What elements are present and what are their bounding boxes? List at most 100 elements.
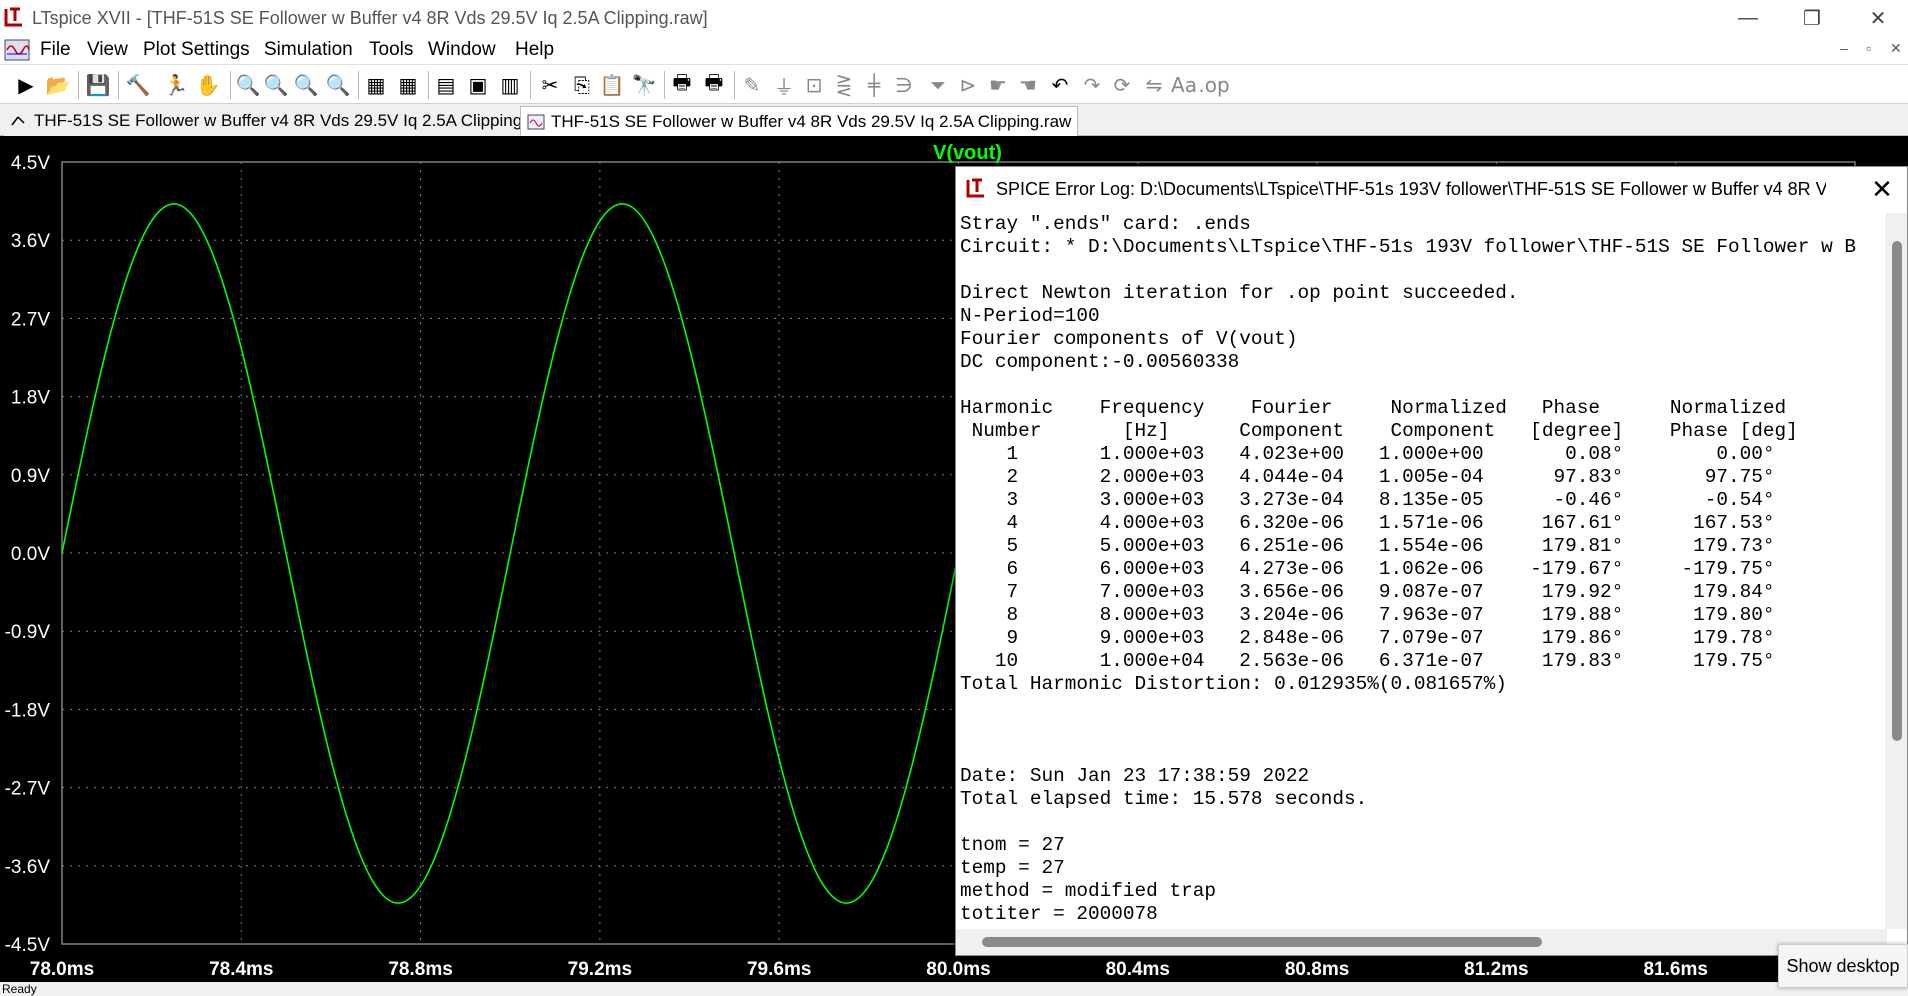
menu-window[interactable]: Window	[428, 39, 496, 61]
log-line: 2 2.000e+03 4.044e-04 1.005e-04 97.83° 9…	[960, 466, 1775, 488]
scrollbar-thumb[interactable]	[1892, 241, 1902, 741]
pan-hand-icon[interactable]: ✋	[194, 71, 222, 99]
control-panel-icon[interactable]: 🔨	[124, 71, 152, 99]
component-icon[interactable]: ⊳	[954, 71, 982, 99]
scrollbar-thumb[interactable]	[982, 937, 1542, 947]
window-title: LTspice XVII - [THF-51S SE Follower w Bu…	[32, 8, 708, 28]
log-line: Harmonic Frequency Fourier Normalized Ph…	[960, 397, 1787, 419]
horizontal-scrollbar[interactable]	[956, 929, 1887, 955]
log-line: 4 4.000e+03 6.320e-06 1.571e-06 167.61° …	[960, 512, 1775, 534]
zoom-in-icon[interactable]: 🔍	[234, 71, 262, 99]
log-line: Circuit: * D:\Documents\LTspice\THF-51s …	[960, 236, 1856, 258]
menu-help[interactable]: Help	[515, 39, 554, 61]
close-button[interactable]: ✕	[1848, 0, 1908, 36]
inductor-icon[interactable]: ∋	[890, 71, 918, 99]
grid-icon[interactable]: ▦	[394, 71, 422, 99]
toolbar: ▶ 📂 💾 🔨 🏃 ✋ 🔍 🔍 🔍 🔍 ▦ ▦ ▤ ▣ ▥ ✂ ⎘ 📋 🔭 🖶 …	[0, 64, 1908, 104]
menu-tools[interactable]: Tools	[369, 39, 413, 61]
rotate-icon[interactable]: ⟳	[1108, 71, 1136, 99]
log-line: N-Period=100	[960, 305, 1100, 327]
ltspice-logo-icon	[966, 178, 984, 198]
log-line: Stray ".ends" card: .ends	[960, 213, 1251, 235]
diode-icon[interactable]: ⏷	[924, 71, 952, 99]
error-log-close-button[interactable]: ✕	[1865, 173, 1899, 205]
tab-waveform[interactable]: THF-51S SE Follower w Buffer v4 8R Vds 2…	[520, 106, 1079, 136]
mdi-restore-button[interactable]: ▫	[1866, 40, 1871, 56]
move-hand-icon[interactable]: ☛	[984, 71, 1012, 99]
trace-label: V(vout)	[933, 142, 1002, 164]
error-log-text[interactable]: Stray ".ends" card: .ends Circuit: * D:\D…	[960, 213, 1880, 929]
toolbar-divider	[78, 71, 79, 99]
cascade-icon[interactable]: ▣	[464, 71, 492, 99]
autorange-icon[interactable]: ▦	[362, 71, 390, 99]
error-log-title: SPICE Error Log: D:\Documents\LTspice\TH…	[996, 179, 1826, 199]
log-line: 1 1.000e+03 4.023e+00 1.000e+00 0.08° 0.…	[960, 443, 1775, 465]
paste-icon[interactable]: 📋	[598, 71, 626, 99]
log-line: 10 1.000e+04 2.563e-06 6.371e-07 179.83°…	[960, 650, 1775, 672]
text-icon[interactable]: Aa	[1170, 71, 1198, 99]
x-tick-label: 79.6ms	[747, 959, 811, 980]
toolbar-divider	[118, 71, 119, 99]
new-schematic-icon[interactable]: ▶	[12, 71, 40, 99]
save-icon[interactable]: 💾	[84, 71, 112, 99]
x-tick-label: 80.0ms	[926, 959, 990, 980]
minimize-button[interactable]: —	[1718, 0, 1778, 36]
y-tick-label: 0.0V	[11, 544, 50, 565]
document-tab-bar: THF-51S SE Follower w Buffer v4 8R Vds 2…	[0, 104, 1908, 136]
spice-error-log-window[interactable]: SPICE Error Log: D:\Documents\LTspice\TH…	[955, 166, 1908, 956]
log-line: tnom = 27	[960, 834, 1065, 856]
resistor-icon[interactable]: ⋛	[830, 71, 858, 99]
zoom-out-icon[interactable]: 🔍	[262, 71, 290, 99]
mirror-icon[interactable]: ⇋	[1140, 71, 1168, 99]
print-icon[interactable]: 🖶	[668, 70, 696, 99]
find-icon[interactable]: 🔭	[630, 71, 658, 99]
menu-file[interactable]: File	[40, 39, 71, 61]
zoom-cancel-icon[interactable]: 🔍	[324, 71, 352, 99]
tile-horizontal-icon[interactable]: ▤	[432, 71, 460, 99]
toolbar-divider	[734, 71, 735, 99]
undo-icon[interactable]: ↶	[1046, 71, 1074, 99]
mdi-close-button[interactable]: ✕	[1890, 40, 1902, 57]
mdi-minimize-button[interactable]: –	[1840, 40, 1848, 56]
menu-plot-settings[interactable]: Plot Settings	[143, 39, 250, 61]
x-tick-label: 80.4ms	[1106, 959, 1170, 980]
log-line: Date: Sun Jan 23 17:38:59 2022	[960, 765, 1310, 787]
waveform-window-icon[interactable]	[4, 38, 30, 62]
ground-icon[interactable]: ⏚	[770, 71, 798, 99]
log-line: Total elapsed time: 15.578 seconds.	[960, 788, 1368, 810]
log-line: Total Harmonic Distortion: 0.012935%(0.0…	[960, 673, 1507, 695]
toolbar-divider	[530, 71, 531, 99]
run-icon[interactable]: 🏃	[162, 71, 190, 99]
y-tick-label: 3.6V	[11, 231, 50, 252]
label-net-icon[interactable]: ⊡	[800, 71, 828, 99]
spice-directive-icon[interactable]: .op	[1198, 71, 1229, 99]
tile-vertical-icon[interactable]: ▥	[496, 71, 524, 99]
y-tick-label: -1.8V	[5, 700, 51, 721]
zoom-fit-icon[interactable]: 🔍	[292, 71, 320, 99]
capacitor-icon[interactable]: ╪	[860, 71, 888, 99]
x-tick-label: 78.8ms	[388, 959, 452, 980]
y-tick-label: 4.5V	[11, 153, 50, 174]
log-line: DC component:-0.00560338	[960, 351, 1240, 373]
copy-icon[interactable]: ⎘	[568, 71, 596, 99]
drag-hand-icon[interactable]: ☚	[1014, 71, 1042, 99]
tab-schematic[interactable]: THF-51S SE Follower w Buffer v4 8R Vds 2…	[4, 106, 560, 136]
menu-view[interactable]: View	[87, 39, 128, 61]
menu-simulation[interactable]: Simulation	[264, 39, 353, 61]
redo-icon[interactable]: ↷	[1078, 71, 1106, 99]
x-tick-label: 79.2ms	[568, 959, 632, 980]
open-folder-icon[interactable]: 📂	[44, 71, 72, 99]
log-line: Fourier components of V(vout)	[960, 328, 1298, 350]
log-line: 7 7.000e+03 3.656e-06 9.087e-07 179.92° …	[960, 581, 1775, 603]
x-tick-label: 81.6ms	[1643, 959, 1707, 980]
cut-icon[interactable]: ✂	[536, 71, 564, 99]
error-log-header[interactable]: SPICE Error Log: D:\Documents\LTspice\TH…	[956, 167, 1907, 211]
vertical-scrollbar[interactable]	[1885, 213, 1907, 929]
log-line: 5 5.000e+03 6.251e-06 1.554e-06 179.81° …	[960, 535, 1775, 557]
restore-button[interactable]: ❐	[1782, 0, 1842, 36]
draw-wire-icon[interactable]: ✎	[738, 71, 766, 99]
print-preview-icon[interactable]: 🖶	[700, 70, 728, 99]
